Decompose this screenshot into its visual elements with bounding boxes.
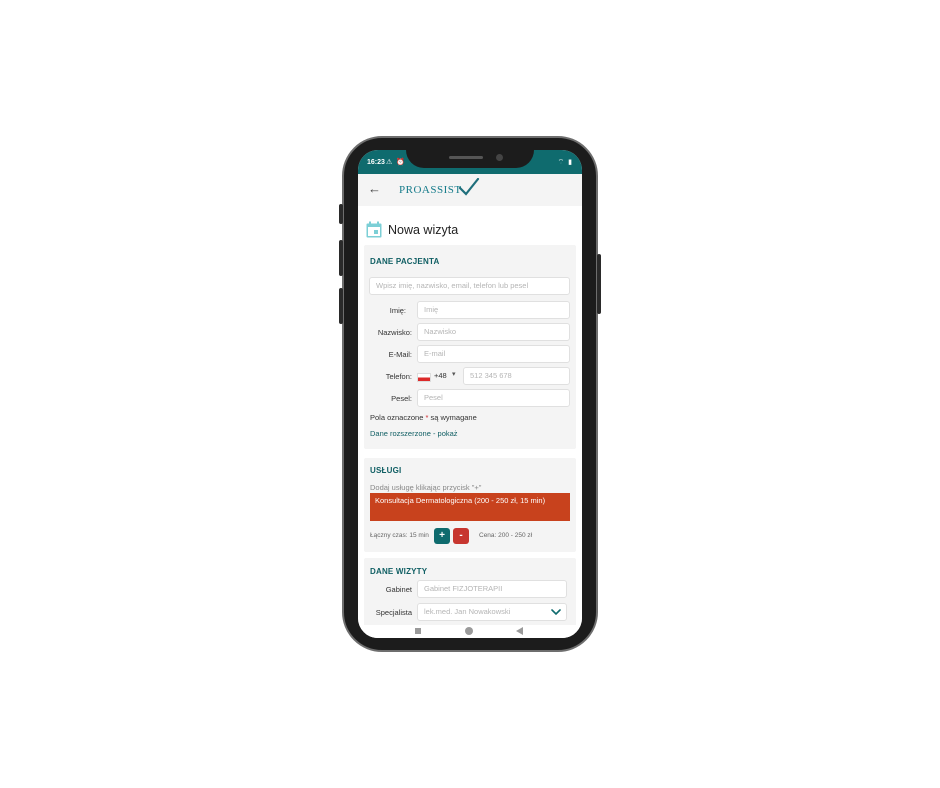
chevron-down-icon [551,609,561,616]
brand-logo: PROASSIST [399,184,462,196]
email-field[interactable]: E-mail [417,345,570,363]
main-content: Nowa wizyta DANE PACJENTA Wpisz imię, na… [358,206,582,638]
section-title-visit: DANE WIZYTY [370,567,428,576]
extended-data-link[interactable]: Dane rozszerzone - pokaż [370,429,458,438]
remove-service-button[interactable]: - [453,528,469,544]
status-battery-icon: ⌔ ▮ [557,159,573,166]
app-header: ← PROASSIST [358,174,582,206]
phone-label: Telefon: [385,372,412,381]
phone-camera [496,154,503,161]
required-note-text-end: są wymagane [428,413,477,422]
section-title-patient: DANE PACJENTA [370,257,440,266]
pesel-field[interactable]: Pesel [417,389,570,407]
phone-side-button [597,254,601,314]
office-label: Gabinet [385,585,412,594]
country-code-value: +48 [434,371,447,380]
first-name-field[interactable]: Imię [417,301,570,319]
logo-check-icon [458,178,480,196]
arrow-left-icon[interactable]: ← [368,181,381,196]
recent-apps-icon[interactable] [415,628,421,634]
section-title-services: USŁUGI [370,466,402,475]
required-fields-note: Pola oznaczone * są wymagane [370,413,477,422]
phone-side-button [339,288,343,324]
phone-side-button [339,240,343,276]
office-field[interactable]: Gabinet FIZJOTERAPII [417,580,567,598]
last-name-label: Nazwisko: [377,328,412,337]
add-service-button[interactable]: + [434,528,450,544]
phone-field[interactable]: 512 345 678 [463,367,570,385]
status-time: 16:23 [367,159,385,166]
back-nav-icon[interactable] [516,627,523,635]
patient-card: DANE PACJENTA Wpisz imię, nazwisko, emai… [364,245,576,449]
status-notification-icons: ⚠ ⏰ [386,159,406,166]
pesel-label: Pesel: [391,394,412,403]
calendar-icon [366,221,382,238]
required-note-text: Pola oznaczone [370,413,426,422]
service-price: Cena: 200 - 250 zł [479,532,533,539]
specialist-select[interactable]: lek.med. Jan Nowakowski [417,603,567,621]
last-name-field[interactable]: Nazwisko [417,323,570,341]
phone-side-button [339,204,343,224]
phone-speaker [449,156,483,159]
service-item[interactable]: Konsultacja Dermatologiczna (200 - 250 z… [370,493,570,521]
patient-search-input[interactable]: Wpisz imię, nazwisko, email, telefon lub… [369,277,570,295]
system-nav-bar [358,625,582,638]
first-name-label: Imię: [389,306,406,315]
country-code-select[interactable]: +48 ▾ [417,367,461,385]
email-label: E-Mail: [388,350,412,359]
poland-flag-icon [417,373,431,382]
phone-screen: 16:23 ⚠ ⏰ ⌔ ▮ ← PROASSIST Nowa wizyta DA… [358,150,582,638]
specialist-label: Specjalista [375,608,412,617]
total-time: Łączny czas: 15 min [370,532,429,539]
chevron-down-icon: ▾ [452,371,456,378]
services-card: USŁUGI Dodaj usługę klikając przycisk "+… [364,458,576,552]
services-hint: Dodaj usługę klikając przycisk "+" [370,483,482,492]
home-icon[interactable] [465,627,473,635]
page-title: Nowa wizyta [388,223,459,237]
